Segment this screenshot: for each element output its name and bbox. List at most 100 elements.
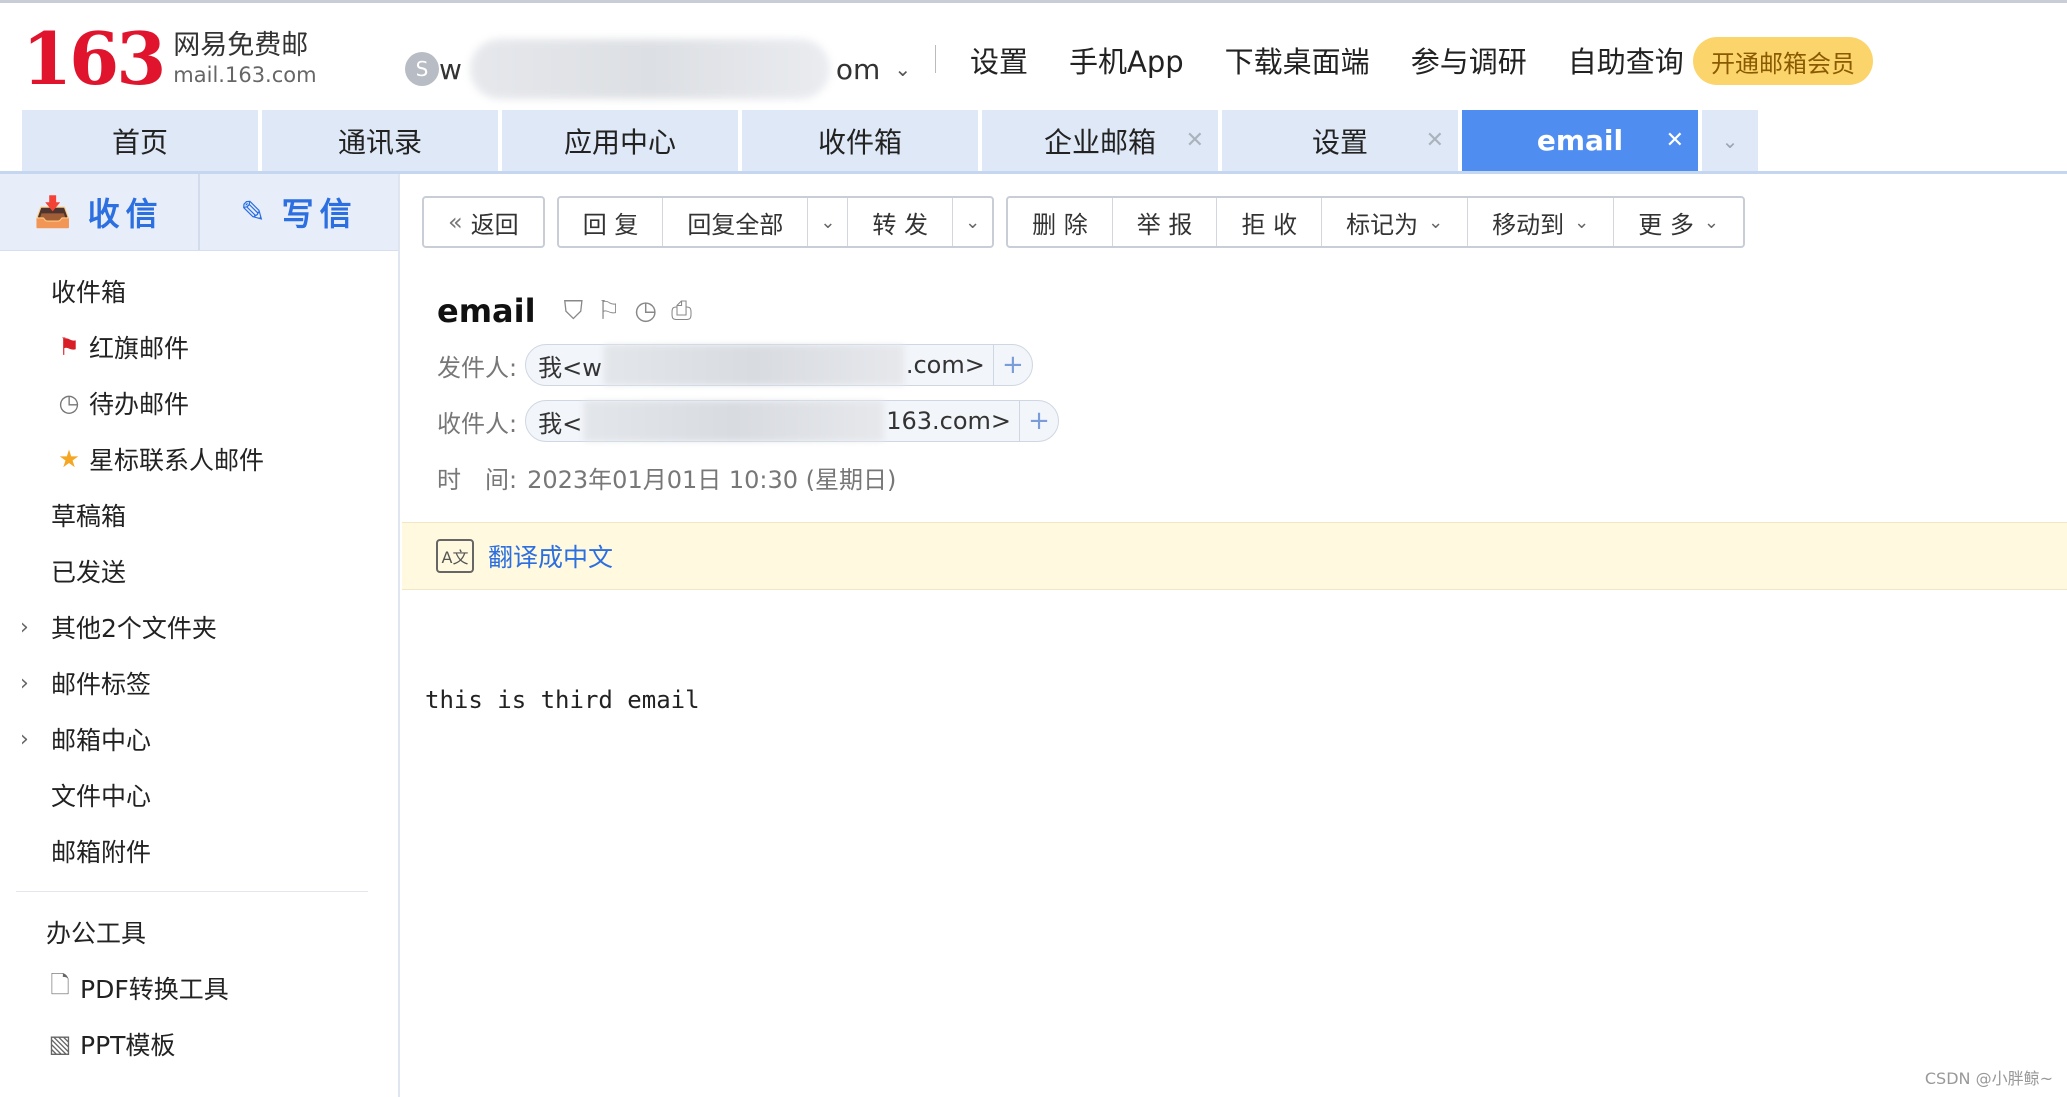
chevron-down-icon: ⌄ [965,211,981,233]
tab-bar: 首页 通讯录 应用中心 收件箱 企业邮箱 ✕ 设置 ✕ email ✕ ⌄ [22,110,1758,171]
tab-email[interactable]: email ✕ [1462,110,1698,171]
sidebar-item-flagged[interactable]: ⚑ 红旗邮件 [0,319,398,375]
mail-body: this is third email [425,686,700,714]
tab-app-center[interactable]: 应用中心 [502,110,738,171]
translate-link[interactable]: 翻译成中文 [488,538,613,574]
recipient-redacted [584,401,885,441]
reply-options-dropdown[interactable]: ⌄ [808,198,849,246]
logo[interactable]: 163 网易免费邮 mail.163.com [22,23,317,95]
more-dropdown[interactable]: 更 多 ⌄ [1614,198,1743,246]
clock-icon: ◷ [58,389,80,417]
add-contact-icon[interactable]: + [1019,401,1058,441]
account-avatar-icon: S [405,52,439,86]
tab-contacts[interactable]: 通讯录 [262,110,498,171]
mark-as-dropdown[interactable]: 标记为 ⌄ [1322,198,1469,246]
translate-icon: A文 [436,539,474,573]
divider [16,891,368,892]
sidebar-item-attachments[interactable]: 邮箱附件 [0,823,398,879]
reply-all-button[interactable]: 回复全部 [663,198,809,246]
divider [935,45,936,73]
account-switcher[interactable]: S w om ⌄ [405,39,911,99]
chevron-down-icon: ⌄ [1703,211,1719,233]
link-self-service[interactable]: 自助查询 [1568,39,1684,81]
inbox-download-icon: 📥 [34,194,78,230]
tabs-more-button[interactable]: ⌄ [1702,110,1758,171]
close-icon[interactable]: ✕ [1666,128,1684,153]
sidebar-item-inbox[interactable]: 收件箱 [0,263,398,319]
print-icon[interactable]: ⎙ [671,296,692,327]
mail-reader: «返回 回 复 回复全部 ⌄ 转 发 ⌄ 删 除 举 报 拒 收 标记为 ⌄ 移动… [402,174,2067,1097]
chevron-right-icon[interactable]: › [20,727,29,752]
account-prefix: w [439,52,462,86]
mail-header: email ⛉ ⚐ ◷ ⎙ 发件人: 我<w .com> + 收件人: 我< 1… [437,292,1060,498]
forward-button[interactable]: 转 发 [848,198,954,246]
sidebar-item-mail-tags[interactable]: › 邮件标签 [0,655,398,711]
account-redacted [469,39,830,99]
chevron-down-icon: ⌄ [820,211,836,233]
chevron-right-icon[interactable]: › [20,615,29,640]
pdf-file-icon: 🗋 [50,970,70,999]
chevron-down-icon: ⌄ [1721,128,1739,153]
link-mobile-app[interactable]: 手机App [1069,39,1184,81]
tab-inbox[interactable]: 收件箱 [742,110,978,171]
add-contact-icon[interactable]: + [992,345,1032,385]
office-tools-title[interactable]: 办公工具 [0,904,398,960]
logo-title: 网易免费邮 [173,30,309,62]
sidebar-item-todo[interactable]: ◷ 待办邮件 [0,375,398,431]
top-links: 设置 手机App 下载桌面端 参与调研 自助查询 [970,39,1725,81]
sender-row: 发件人: 我<w .com> + [437,344,1059,386]
sidebar-item-drafts[interactable]: 草稿箱 [0,487,398,543]
flag-outline-icon[interactable]: ⚐ [597,296,620,327]
close-icon[interactable]: ✕ [1426,128,1444,153]
link-survey[interactable]: 参与调研 [1411,39,1527,81]
translate-bar: A文 翻译成中文 [402,522,2067,590]
move-to-dropdown[interactable]: 移动到 ⌄ [1468,198,1615,246]
folder-list: 收件箱 ⚑ 红旗邮件 ◷ 待办邮件 ★ 星标联系人邮件 草稿箱 已发送 › 其他2个文件… [0,263,398,879]
tab-home[interactable]: 首页 [22,110,258,171]
reject-button[interactable]: 拒 收 [1217,198,1323,246]
ppt-template-icon: ▧ [48,1030,72,1058]
tab-settings[interactable]: 设置 ✕ [1222,110,1458,171]
chevron-down-icon: ⌄ [894,57,912,81]
delete-button[interactable]: 删 除 [1008,198,1113,246]
watermark: CSDN @小胖鲸~ [1924,1069,2053,1088]
sidebar-item-other-folders[interactable]: › 其他2个文件夹 [0,599,398,655]
link-desktop-client[interactable]: 下载桌面端 [1225,39,1370,81]
bookmark-icon[interactable]: ⛉ [564,296,584,327]
double-chevron-left-icon: « [448,208,463,236]
sidebar-item-starred-contacts[interactable]: ★ 星标联系人邮件 [0,431,398,487]
compose-button[interactable]: ✎ 写信 [200,174,398,250]
receive-button[interactable]: 📥 收信 [0,174,200,250]
recipient-row: 收件人: 我< 163.com> + [437,400,1060,442]
sidebar-item-ppt-template[interactable]: ▧ PPT模板 [0,1016,398,1072]
sidebar-item-sent[interactable]: 已发送 [0,543,398,599]
vip-button[interactable]: 开通邮箱会员 [1693,37,1873,85]
star-icon: ★ [58,445,80,473]
sidebar-item-file-center[interactable]: 文件中心 [0,767,398,823]
sidebar: 📥 收信 ✎ 写信 收件箱 ⚑ 红旗邮件 ◷ 待办邮件 ★ 星标联系人邮件 草稿箱 已… [0,174,400,1097]
sidebar-item-mailbox-center[interactable]: › 邮箱中心 [0,711,398,767]
sender-redacted [603,345,904,385]
sidebar-actions: 📥 收信 ✎ 写信 [0,174,398,251]
tab-enterprise-mail[interactable]: 企业邮箱 ✕ [982,110,1218,171]
flag-icon: ⚑ [58,333,80,361]
close-icon[interactable]: ✕ [1186,128,1204,153]
chevron-down-icon: ⌄ [1574,211,1590,233]
forward-options-dropdown[interactable]: ⌄ [953,198,992,246]
recipient-chip[interactable]: 我< 163.com> + [525,400,1060,442]
sidebar-item-pdf-tool[interactable]: 🗋 PDF转换工具 [0,960,398,1016]
logo-number: 163 [22,16,166,101]
reply-button[interactable]: 回 复 [559,198,664,246]
account-suffix: om [835,52,881,86]
link-settings[interactable]: 设置 [970,39,1028,81]
report-button[interactable]: 举 报 [1113,198,1218,246]
back-button[interactable]: «返回 [424,198,543,246]
logo-domain: mail.163.com [173,62,317,87]
sender-chip[interactable]: 我<w .com> + [525,344,1033,386]
mail-time: 2023年01月01日 10:30 (星期日) [527,465,897,494]
time-row: 时 间: 2023年01月01日 10:30 (星期日) [437,456,1059,498]
top-bar: 163 网易免费邮 mail.163.com S w om ⌄ 设置 手机App… [0,0,2067,110]
chevron-down-icon: ⌄ [1428,211,1444,233]
clock-icon[interactable]: ◷ [634,296,657,327]
chevron-right-icon[interactable]: › [20,671,29,696]
